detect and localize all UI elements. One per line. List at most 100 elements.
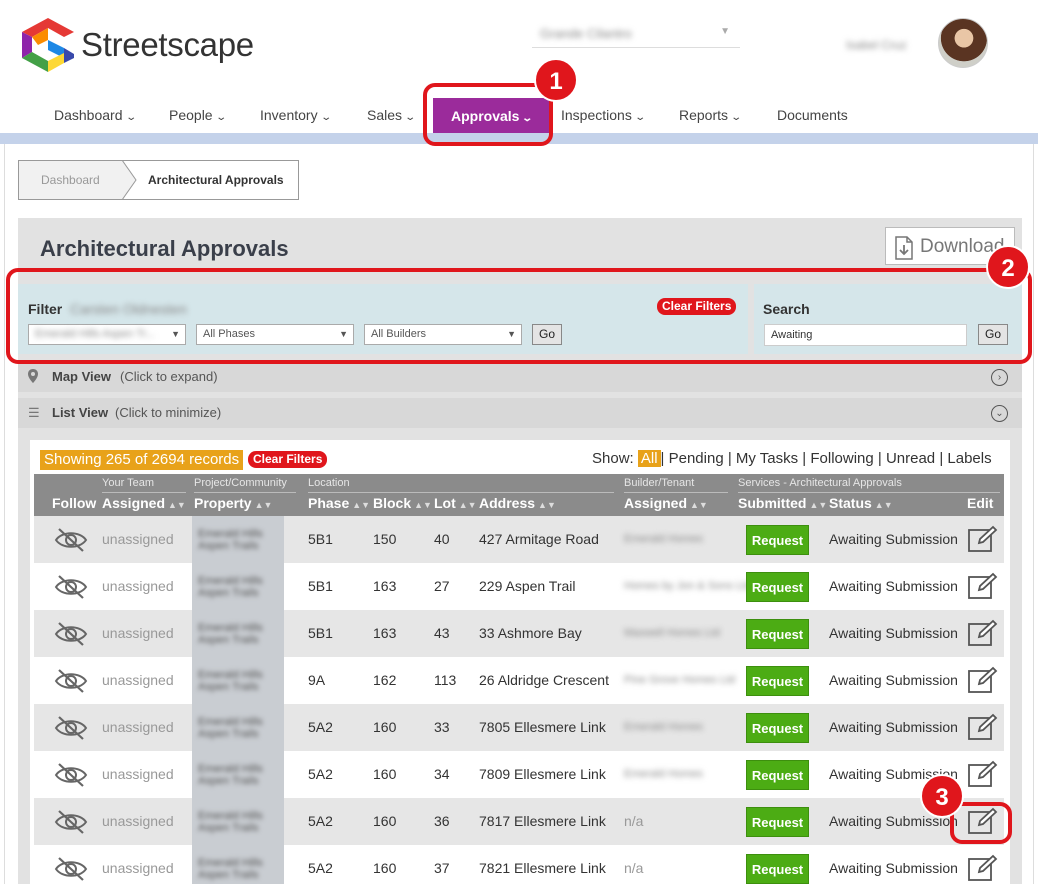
nav-sales[interactable]: Sales ⌄ <box>367 96 416 134</box>
sort-icon: ▲▼ <box>414 500 432 510</box>
request-button[interactable]: Request <box>746 807 809 837</box>
chevron-down-icon: ⌄ <box>730 112 743 123</box>
request-button[interactable]: Request <box>746 572 809 602</box>
request-button[interactable]: Request <box>746 760 809 790</box>
edit-icon[interactable] <box>967 525 999 556</box>
cell-property[interactable]: Emerald Hills Aspen Trails <box>192 610 284 657</box>
group-your-team: Your Team <box>102 477 154 489</box>
community-select[interactable]: Grande Cilantro ▼ <box>532 22 740 48</box>
table-row[interactable]: unassigned Emerald Hills Aspen Trails 5A2 1… <box>34 845 1004 884</box>
col-submitted[interactable]: Submitted ▲▼ <box>738 495 827 511</box>
eye-slash-icon[interactable] <box>54 621 88 650</box>
list-view-title: List View <box>52 405 109 420</box>
cell-property[interactable]: Emerald Hills Aspen Trails <box>192 845 284 884</box>
group-line <box>102 492 186 493</box>
cell-builder: Emerald Homes <box>624 533 703 545</box>
chevron-down-icon: ▼ <box>720 26 730 37</box>
nav-people[interactable]: People ⌄ <box>169 96 227 134</box>
col-address[interactable]: Address ▲▼ <box>479 495 556 511</box>
eye-slash-icon[interactable] <box>54 809 88 838</box>
group-location: Location <box>308 477 350 489</box>
cell-phase: 5B1 <box>308 625 333 641</box>
table-row[interactable]: unassigned Emerald Hills Aspen Trails 5B1 1… <box>34 563 1004 610</box>
eye-slash-icon[interactable] <box>54 762 88 791</box>
col-property[interactable]: Property ▲▼ <box>194 495 272 511</box>
col-phase[interactable]: Phase ▲▼ <box>308 495 370 511</box>
nav-inventory[interactable]: Inventory ⌄ <box>260 96 332 134</box>
table-row[interactable]: unassigned Emerald Hills Aspen Trails 5A2 1… <box>34 798 1004 845</box>
eye-slash-icon[interactable] <box>54 527 88 556</box>
table-row[interactable]: unassigned Emerald Hills Aspen Trails 9A 16… <box>34 657 1004 704</box>
nav-dashboard[interactable]: Dashboard ⌄ <box>54 96 137 134</box>
nav-reports[interactable]: Reports ⌄ <box>679 96 743 134</box>
sort-icon: ▲▼ <box>254 500 273 510</box>
eye-slash-icon[interactable] <box>54 574 88 603</box>
table-row[interactable]: unassigned Emerald Hills Aspen Trails 5A2 1… <box>34 751 1004 798</box>
cell-phase: 5B1 <box>308 531 333 547</box>
cell-property[interactable]: Emerald Hills Aspen Trails <box>192 657 284 704</box>
logo-mark-icon <box>22 18 74 72</box>
show-filters: Show: All | Pending | My Tasks | Followin… <box>592 450 992 468</box>
edit-icon[interactable] <box>967 713 999 744</box>
col-assigned[interactable]: Assigned ▲▼ <box>102 495 186 511</box>
request-button[interactable]: Request <box>746 619 809 649</box>
cell-phase: 5A2 <box>308 766 333 782</box>
cell-assigned: unassigned <box>102 719 174 735</box>
edit-icon[interactable] <box>967 572 999 603</box>
table-row[interactable]: unassigned Emerald Hills Aspen Trails 5A2 1… <box>34 704 1004 751</box>
user-name[interactable]: Isabel Cruz <box>846 38 907 52</box>
chevron-right-icon[interactable]: › <box>991 369 1008 386</box>
table-row[interactable]: unassigned Emerald Hills Aspen Trails 5B1 1… <box>34 516 1004 563</box>
cell-property[interactable]: Emerald Hills Aspen Trails <box>192 563 284 610</box>
cell-lot: 40 <box>434 531 450 547</box>
eye-slash-icon[interactable] <box>54 856 88 884</box>
cell-property[interactable]: Emerald Hills Aspen Trails <box>192 751 284 798</box>
chevron-down-icon: ⌄ <box>319 112 332 123</box>
col-block[interactable]: Block ▲▼ <box>373 495 432 511</box>
request-button[interactable]: Request <box>746 854 809 884</box>
list-view-bar[interactable]: ☰ List View (Click to minimize) ⌄ <box>18 398 1022 428</box>
community-select-value: Grande Cilantro <box>540 26 632 41</box>
col-lot[interactable]: Lot ▲▼ <box>434 495 477 511</box>
cell-block: 160 <box>373 719 397 735</box>
breadcrumb-dashboard[interactable]: Dashboard <box>19 161 122 199</box>
cell-builder: Emerald Homes <box>624 768 703 780</box>
edit-icon[interactable] <box>967 760 999 791</box>
group-line <box>738 492 1000 493</box>
edit-icon[interactable] <box>967 619 999 650</box>
cell-property[interactable]: Emerald Hills Aspen Trails <box>192 798 284 845</box>
chevron-down-icon[interactable]: ⌄ <box>991 405 1008 422</box>
eye-slash-icon[interactable] <box>54 668 88 697</box>
nav-documents[interactable]: Documents <box>777 96 848 134</box>
table-row[interactable]: unassigned Emerald Hills Aspen Trails 5B1 1… <box>34 610 1004 657</box>
show-all-tab[interactable]: All <box>637 450 661 467</box>
cell-assigned: unassigned <box>102 860 174 876</box>
avatar[interactable] <box>938 18 988 68</box>
cell-builder: Homes by Jon & Sons Ltd <box>624 580 752 592</box>
edit-icon[interactable] <box>967 666 999 697</box>
request-button[interactable]: Request <box>746 666 809 696</box>
edit-icon[interactable] <box>967 854 999 884</box>
map-view-bar[interactable]: Map View (Click to expand) › <box>18 362 1022 392</box>
cell-property[interactable]: Emerald Hills Aspen Trails <box>192 704 284 751</box>
request-button[interactable]: Request <box>746 525 809 555</box>
group-project: Project/Community <box>194 477 287 489</box>
show-options[interactable]: | Pending | My Tasks | Following | Unrea… <box>661 450 992 467</box>
sort-icon: ▲▼ <box>690 500 708 510</box>
cell-builder: Maxwell Homes Ltd <box>624 627 720 639</box>
breadcrumb-separator <box>122 160 137 200</box>
cell-assigned: unassigned <box>102 625 174 641</box>
records-clear-button[interactable]: Clear Filters <box>248 451 328 468</box>
nav-inspections[interactable]: Inspections ⌄ <box>561 96 646 134</box>
cell-block: 163 <box>373 578 397 594</box>
cell-lot: 33 <box>434 719 450 735</box>
eye-slash-icon[interactable] <box>54 715 88 744</box>
cell-address: 7817 Ellesmere Link <box>479 813 606 829</box>
streetscape-logo[interactable]: Streetscape <box>22 18 254 72</box>
col-builder-assigned[interactable]: Assigned ▲▼ <box>624 495 708 511</box>
request-button[interactable]: Request <box>746 713 809 743</box>
cell-property[interactable]: Emerald Hills Aspen Trails <box>192 516 284 563</box>
cell-lot: 113 <box>434 672 457 688</box>
col-status[interactable]: Status ▲▼ <box>829 495 893 511</box>
callout-frame-2 <box>6 268 1032 364</box>
